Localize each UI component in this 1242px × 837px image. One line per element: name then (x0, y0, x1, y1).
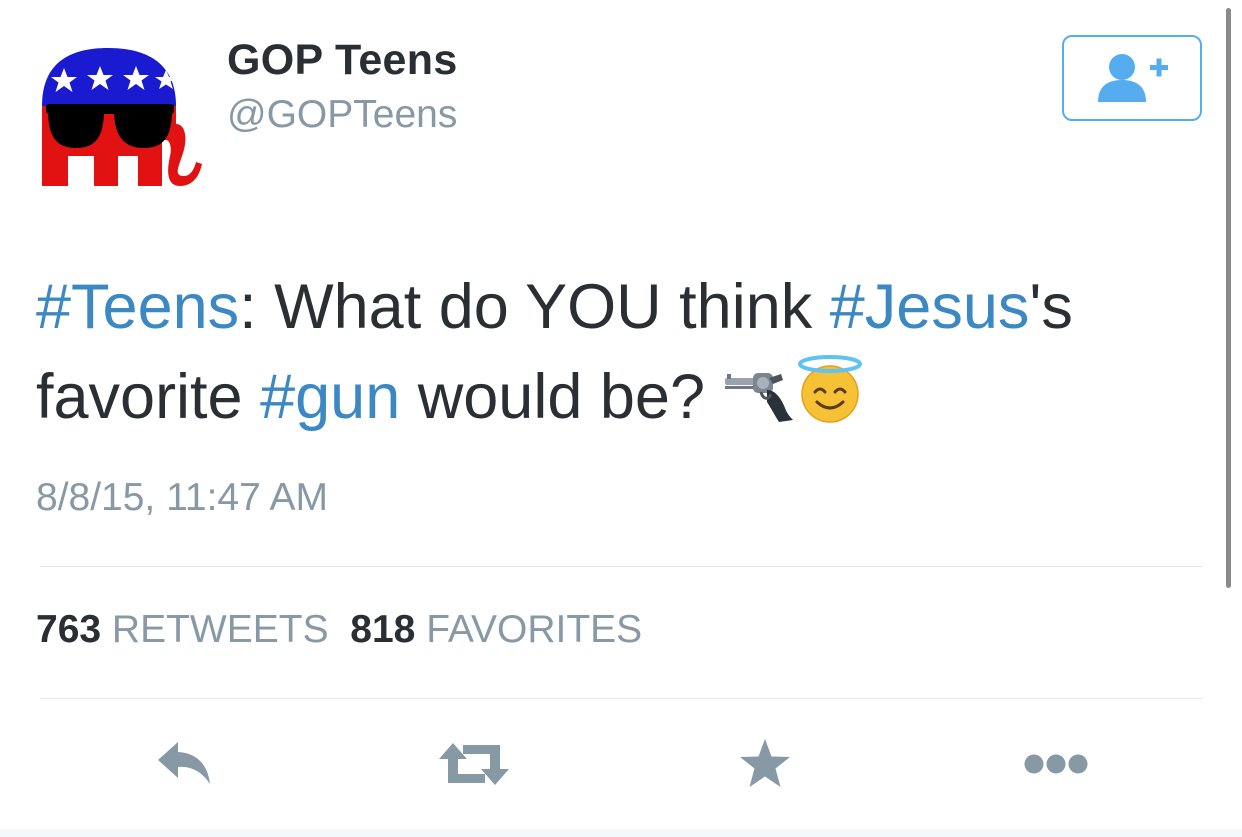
tweet-text: #Teens: What do YOU think #Jesus's favor… (36, 262, 1186, 448)
follow-button[interactable] (1062, 35, 1202, 121)
retweet-button[interactable] (436, 736, 512, 792)
republican-elephant-with-sunglasses-icon (42, 48, 202, 186)
divider (40, 566, 1202, 567)
scrollbar[interactable] (1226, 8, 1231, 588)
retweets-count: 763 (36, 608, 102, 651)
pistol-emoji (723, 358, 795, 448)
divider (40, 698, 1202, 699)
retweet-icon (439, 743, 509, 785)
tweet-text-segment: would be? (400, 362, 723, 432)
retweets-stat[interactable]: 763 RETWEETS (36, 608, 329, 651)
favorite-star-icon (740, 739, 790, 787)
hashtag-teens[interactable]: #Teens (36, 272, 239, 342)
favorites-count: 818 (350, 608, 416, 651)
bottom-edge (0, 829, 1242, 837)
reply-button[interactable] (150, 736, 220, 792)
hashtag-gun[interactable]: #gun (260, 362, 400, 432)
more-icon (1024, 754, 1088, 774)
tweet-timestamp: 8/8/15, 11:47 AM (36, 476, 328, 519)
reply-icon (158, 742, 210, 784)
favorites-stat[interactable]: 818 FAVORITES (350, 608, 642, 651)
tweet-text-segment: : What do YOU think (239, 272, 830, 342)
add-user-icon (1098, 54, 1168, 102)
more-button[interactable] (1020, 736, 1092, 792)
hashtag-jesus[interactable]: #Jesus (830, 272, 1030, 342)
display-name[interactable]: GOP Teens (227, 36, 458, 85)
avatar[interactable] (38, 44, 202, 190)
retweets-label: RETWEETS (111, 608, 329, 651)
smiling-face-with-halo-emoji (795, 354, 865, 448)
favorites-label: FAVORITES (426, 608, 643, 651)
favorite-button[interactable] (734, 736, 796, 792)
user-handle[interactable]: @GOPTeens (227, 93, 457, 137)
tweet-stats: 763 RETWEETS 818 FAVORITES (36, 608, 642, 652)
